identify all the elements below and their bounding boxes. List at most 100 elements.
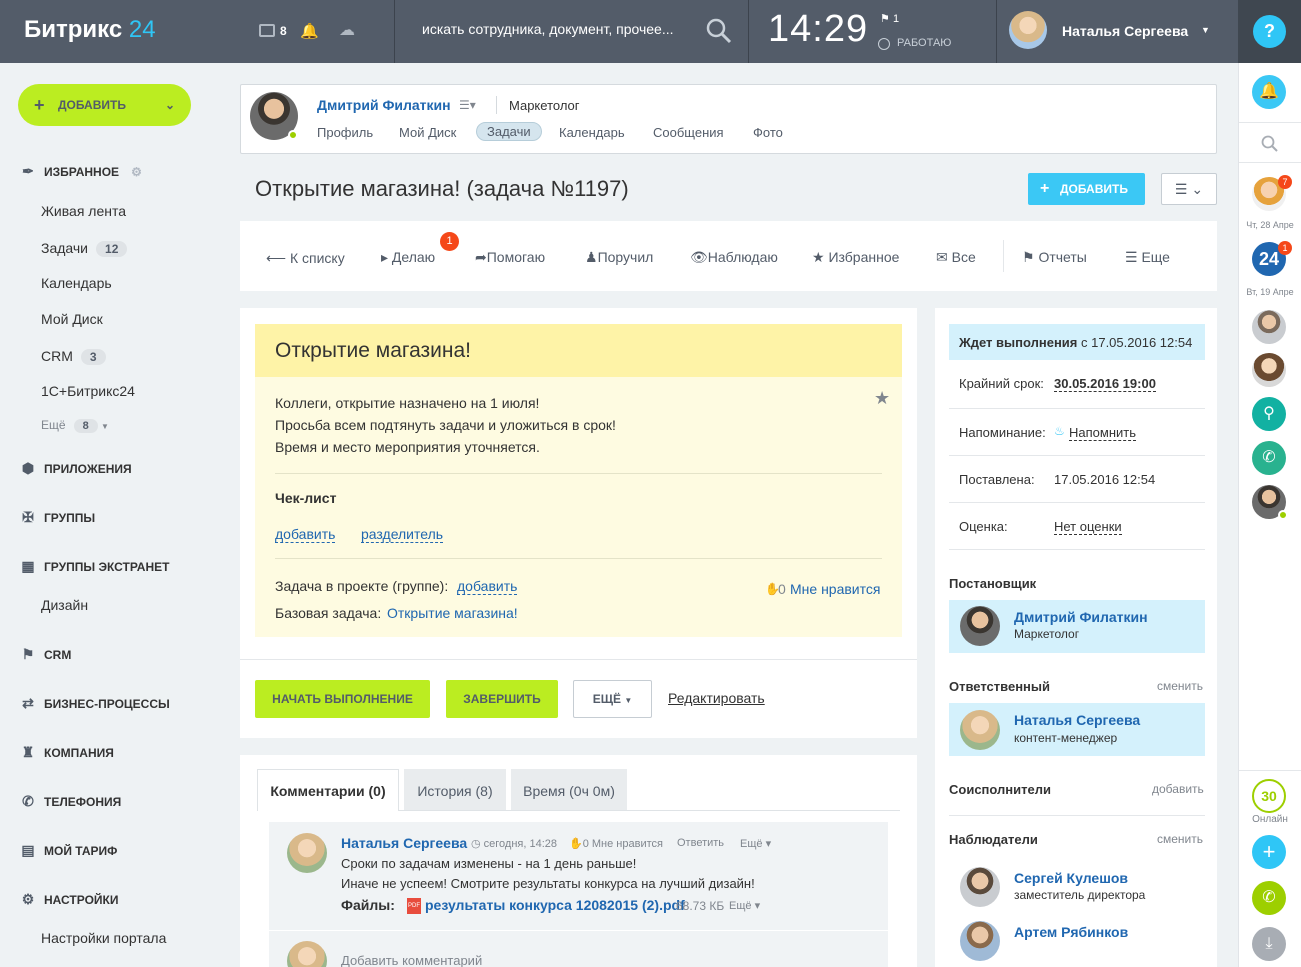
- bell-icon[interactable]: 🔔: [300, 22, 319, 40]
- notifications-icon[interactable]: 🔔: [1252, 75, 1286, 109]
- coexecutors-add-link[interactable]: добавить: [1152, 782, 1204, 796]
- tab-messages[interactable]: Сообщения: [653, 125, 724, 140]
- tab-tasks[interactable]: Задачи: [476, 122, 542, 141]
- add-comment-input[interactable]: Добавить комментарий: [341, 953, 482, 967]
- menu-item-tasks[interactable]: Задачи 12: [41, 240, 128, 257]
- cloud-icon[interactable]: ☁: [339, 20, 355, 40]
- more-actions-button[interactable]: ЕЩЁ ▼: [573, 680, 652, 718]
- menu-section-apps[interactable]: ⬢ ПРИЛОЖЕНИЯ: [20, 460, 132, 477]
- add-icon[interactable]: +: [1252, 835, 1286, 869]
- filter-assigned[interactable]: ♟Поручил: [585, 249, 653, 266]
- menu-section-settings[interactable]: ⚙ НАСТРОЙКИ: [20, 891, 119, 908]
- menu-section-groups[interactable]: ✠ ГРУППЫ: [20, 509, 95, 526]
- comment-likes[interactable]: ✋0 Мне нравится: [569, 837, 663, 850]
- edit-link[interactable]: Редактировать: [668, 690, 765, 706]
- filter-favorite[interactable]: ★ Избранное: [812, 249, 899, 266]
- filter-watching[interactable]: 👁Наблюдаю: [690, 249, 778, 266]
- search-icon[interactable]: [706, 18, 732, 44]
- user-name[interactable]: Наталья Сергеева: [1062, 23, 1188, 39]
- profile-name[interactable]: Дмитрий Филаткин: [317, 97, 451, 113]
- tab-calendar[interactable]: Календарь: [559, 125, 625, 140]
- chevron-down-icon[interactable]: ▼: [1201, 25, 1210, 35]
- reminder-link[interactable]: Напомнить: [1069, 425, 1136, 441]
- watcher1-avatar[interactable]: [960, 867, 1000, 907]
- filter-more[interactable]: ☰ Еще: [1125, 249, 1170, 266]
- creator-avatar[interactable]: [960, 606, 1000, 646]
- search-icon[interactable]: [1261, 135, 1279, 153]
- menu-more[interactable]: Ещё 8 ▼: [41, 418, 109, 433]
- responsible-name[interactable]: Наталья Сергеева: [1014, 712, 1140, 728]
- online-counter[interactable]: 30: [1252, 779, 1286, 813]
- clock[interactable]: 14:29: [768, 8, 868, 51]
- tab-time[interactable]: Время (0ч 0м): [511, 769, 627, 811]
- watcher1-name[interactable]: Сергей Кулешов: [1014, 870, 1128, 886]
- menu-section-crm[interactable]: ⚑ CRM: [20, 646, 72, 663]
- filter-helping[interactable]: ➦Помогаю: [475, 249, 545, 266]
- comment-author[interactable]: Наталья Сергеева: [341, 835, 467, 851]
- tab-my-drive[interactable]: Мой Диск: [399, 125, 456, 140]
- base-task-link[interactable]: Открытие магазина!: [387, 605, 518, 621]
- download-icon[interactable]: ⤓: [1252, 927, 1286, 961]
- portal-logo[interactable]: Битрикс 24: [24, 16, 156, 44]
- menu-item-my-drive[interactable]: Мой Диск: [41, 311, 103, 327]
- comment-more-link[interactable]: Ещё ▾: [740, 837, 771, 850]
- responsible-avatar[interactable]: [960, 710, 1000, 750]
- menu-section-tariff[interactable]: ▤ МОЙ ТАРИФ: [20, 842, 117, 859]
- checklist-add-link[interactable]: добавить: [275, 526, 336, 543]
- help-button[interactable]: ?: [1253, 15, 1286, 48]
- rating-link[interactable]: Нет оценки: [1054, 519, 1122, 535]
- like-link[interactable]: Мне нравится: [790, 581, 880, 597]
- menu-item-live-feed[interactable]: Живая лента: [41, 203, 126, 219]
- menu-item-portal-settings[interactable]: Настройки портала: [41, 930, 166, 946]
- comment-reply-link[interactable]: Ответить: [677, 837, 724, 849]
- user-avatar[interactable]: [1009, 11, 1047, 49]
- view-menu-button[interactable]: ☰ ⌄: [1161, 173, 1217, 205]
- filter-all[interactable]: ✉ Все: [936, 249, 976, 266]
- menu-section-company[interactable]: ♜ КОМПАНИЯ: [20, 744, 114, 761]
- menu-item-crm[interactable]: CRM 3: [41, 348, 106, 365]
- profile-menu-icon[interactable]: ☰▾: [459, 98, 476, 112]
- menu-section-favorites[interactable]: ✒ ИЗБРАННОЕ ⚙: [20, 163, 142, 180]
- deadline-value[interactable]: 30.05.2016 19:00: [1054, 376, 1156, 392]
- flag-icon[interactable]: ⚑: [880, 12, 890, 25]
- search-input[interactable]: искать сотрудника, документ, прочее...: [422, 21, 692, 37]
- file-link[interactable]: результаты конкурса 12082015 (2).pdf: [425, 897, 685, 913]
- add-button[interactable]: + ДОБАВИТЬ ⌄: [18, 84, 191, 126]
- tab-photo[interactable]: Фото: [753, 125, 783, 140]
- watcher2-avatar[interactable]: [960, 921, 1000, 961]
- divider: [275, 558, 882, 559]
- menu-section-telephony[interactable]: ✆ ТЕЛЕФОНИЯ: [20, 793, 121, 810]
- file-more-link[interactable]: Ещё ▾: [729, 899, 760, 912]
- tab-history[interactable]: История (8): [404, 769, 506, 811]
- add-task-button[interactable]: + ДОБАВИТЬ: [1028, 173, 1145, 205]
- tab-comments[interactable]: Комментарии (0): [257, 769, 399, 811]
- start-button[interactable]: НАЧАТЬ ВЫПОЛНЕНИЕ: [255, 680, 430, 718]
- menu-section-extranet[interactable]: ▦ ГРУППЫ ЭКСТРАНЕТ: [20, 558, 169, 575]
- call-icon[interactable]: ✆: [1252, 881, 1286, 915]
- finish-button[interactable]: ЗАВЕРШИТЬ: [446, 680, 558, 718]
- tab-profile[interactable]: Профиль: [317, 125, 373, 140]
- project-add-link[interactable]: добавить: [457, 578, 518, 595]
- menu-item-1c-bitrix[interactable]: 1С+Битрикс24: [41, 383, 135, 399]
- comment-avatar[interactable]: [287, 833, 327, 873]
- work-status[interactable]: РАБОТАЮ: [897, 37, 951, 49]
- stop-icon[interactable]: [878, 38, 890, 50]
- responsible-change-link[interactable]: сменить: [1157, 679, 1203, 693]
- open-lines-icon[interactable]: ⚲: [1252, 397, 1286, 431]
- menu-item-design[interactable]: Дизайн: [41, 597, 88, 613]
- filter-reports[interactable]: ⚑ Отчеты: [1022, 249, 1087, 266]
- phone-icon[interactable]: ✆: [1252, 441, 1286, 475]
- contact-avatar[interactable]: [1252, 353, 1286, 387]
- favorite-star-icon[interactable]: ★: [874, 388, 890, 409]
- creator-name[interactable]: Дмитрий Филаткин: [1014, 609, 1148, 625]
- menu-item-calendar[interactable]: Календарь: [41, 275, 112, 291]
- watcher2-name[interactable]: Артем Рябинков: [1014, 924, 1128, 940]
- contact-avatar[interactable]: [1252, 310, 1286, 344]
- checklist-separator-link[interactable]: разделитель: [361, 526, 444, 543]
- menu-section-bp[interactable]: ⇄ БИЗНЕС-ПРОЦЕССЫ: [20, 695, 170, 712]
- watchers-change-link[interactable]: сменить: [1157, 832, 1203, 846]
- back-to-list-link[interactable]: ⟵ К списку: [266, 250, 345, 267]
- gear-icon[interactable]: ⚙: [131, 165, 142, 179]
- chat-icon[interactable]: [259, 24, 275, 37]
- filter-doing[interactable]: ▸ Делаю: [381, 249, 435, 266]
